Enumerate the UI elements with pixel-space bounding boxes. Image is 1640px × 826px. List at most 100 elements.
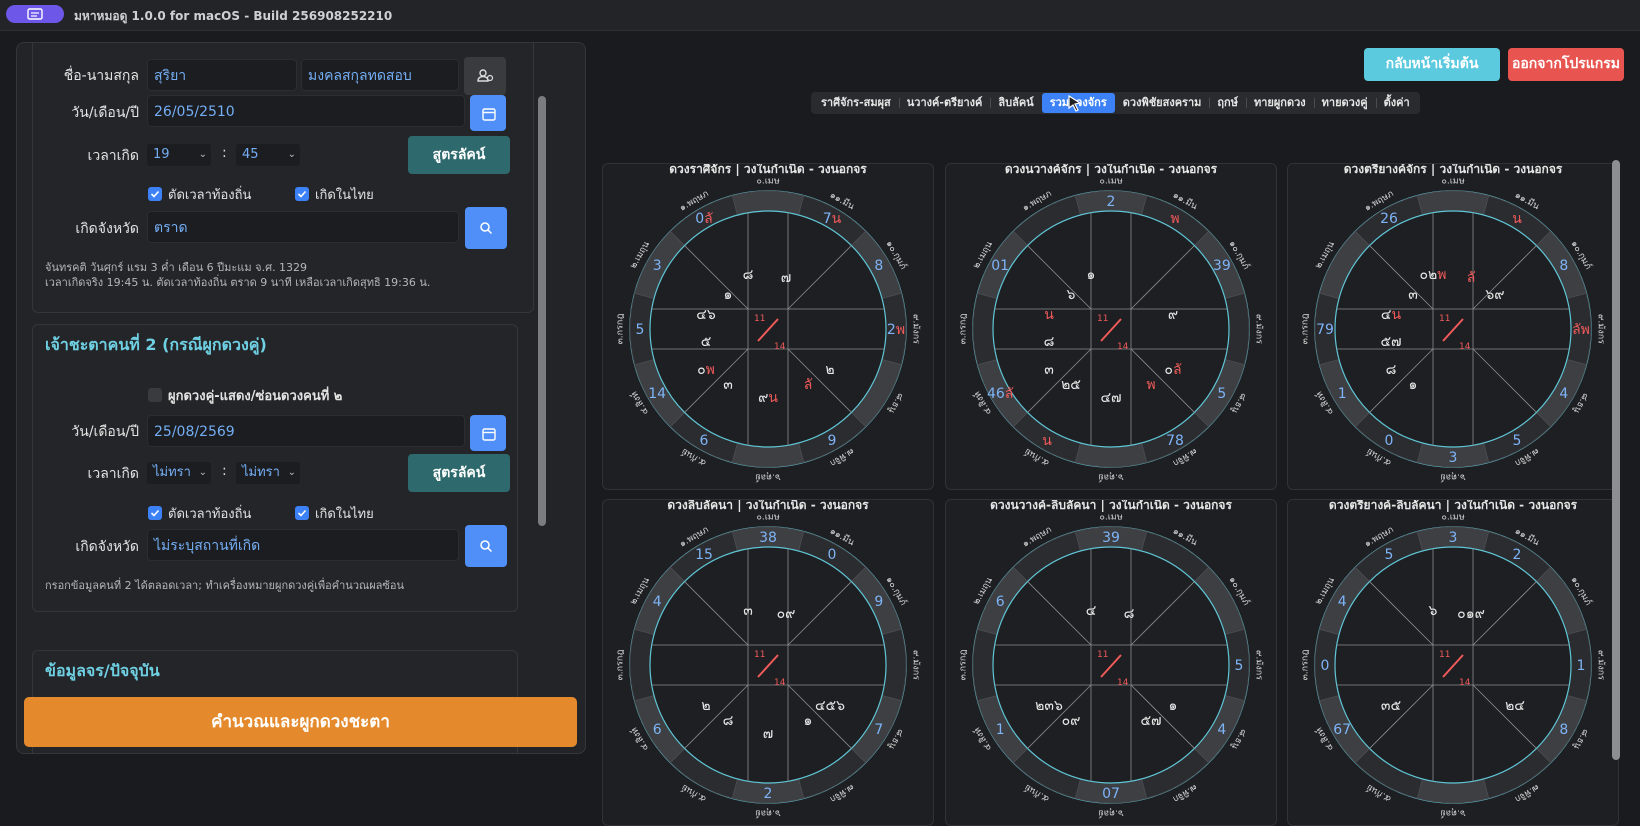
chart-tabs: ราศีจักร-สมผุส นวางค์-ตรียางค์ ลิบลัคน์ …	[811, 92, 1420, 114]
sign-label: ๙.มังกร	[1254, 650, 1264, 680]
outer-planet: 1	[1338, 386, 1347, 402]
person2-province-search-button[interactable]	[465, 525, 507, 567]
outer-planet: 1	[996, 722, 1005, 738]
center-top-label: 11	[754, 650, 765, 660]
inner-planet: ๖	[1429, 603, 1438, 619]
inner-planet: ๑	[724, 287, 733, 303]
tab-lib-lagna[interactable]: ลิบลัคน์	[990, 93, 1041, 113]
left-scrollbar[interactable]	[538, 96, 546, 526]
sign-label: ๓.กรกฎ	[616, 314, 626, 345]
outer-planet: 9	[828, 433, 837, 449]
birth-date-input[interactable]: 26/05/2510	[147, 95, 465, 127]
center-bottom-label: 14	[1117, 678, 1129, 688]
person2-date-input[interactable]: 25/08/2569	[147, 415, 465, 447]
inner-planet: ๘	[1044, 334, 1055, 350]
inner-planet: ลั	[804, 377, 813, 393]
province-input[interactable]: ตราด	[147, 211, 459, 243]
inner-planet: ๔	[1086, 603, 1097, 619]
tab-auspicious[interactable]: ฤกษ์	[1209, 93, 1246, 113]
date-label: วัน/เดือน/ปี	[71, 105, 139, 121]
person2-lagna-formula-button[interactable]: สูตรลัคน์	[408, 454, 510, 492]
inner-planet: ๐ลั	[1164, 362, 1181, 378]
chevron-down-icon: ⌄	[287, 149, 296, 160]
tab-couple-predict[interactable]: ทายผูกดวง	[1245, 93, 1314, 113]
person2-section-title: เจ้าชะตาคนที่ 2 (กรณีผูกดวงคู่)	[45, 335, 267, 354]
pair-chart-checkbox[interactable]: ผูกดวงคู่-แสดง/ซ่อนดวงคนที่ ๒	[148, 385, 342, 404]
inner-planet: ๒๔	[1505, 698, 1525, 714]
inner-planet: ๐๙	[777, 606, 796, 622]
person2-calendar-button[interactable]	[470, 415, 506, 451]
born-thai-checkbox[interactable]: เกิดในไทย	[295, 184, 374, 203]
person2-born-thai-checkbox[interactable]: เกิดในไทย	[295, 503, 374, 522]
center-bottom-label: 14	[1459, 678, 1471, 688]
person2-hour-select[interactable]: ไม่ทรา ⌄	[147, 462, 211, 484]
minute-select[interactable]: 45 ⌄	[236, 144, 300, 166]
inner-planet: ๐๒พ	[1419, 267, 1446, 283]
inner-planet: ๗	[781, 270, 792, 286]
sign-label: ๙.มังกร	[1596, 650, 1606, 680]
sign-label: ๐.เมษ	[1441, 513, 1464, 523]
sign-label: ๖.ตุลย์	[1098, 472, 1123, 484]
outer-planet: 5	[1513, 433, 1522, 449]
outer-planet: 2พ	[887, 322, 905, 338]
outer-planet: พ	[1170, 211, 1179, 227]
inner-planet: ๙น	[758, 390, 778, 406]
outer-planet: 4	[1217, 722, 1226, 738]
inner-planet: ๓	[1408, 287, 1418, 303]
outer-planet: 8	[1559, 258, 1568, 274]
outer-planet: 1	[1577, 658, 1586, 674]
tab-settings[interactable]: ตั้งค่า	[1375, 93, 1418, 113]
sign-label: ๐.เมษ	[756, 513, 779, 523]
person2-minute-select[interactable]: ไม่ทรา ⌄	[236, 462, 300, 484]
last-name-input[interactable]: มงคลสกุลทดสอบ	[301, 59, 459, 91]
tab-pair-predict[interactable]: ทายดวงคู่	[1313, 93, 1376, 113]
local-time-checkbox[interactable]: ตัดเวลาท้องถิ่น	[148, 184, 251, 203]
center-bottom-label: 14	[1117, 342, 1129, 352]
person2-province-input[interactable]: ไม่ระบุสถานที่เกิด	[147, 529, 459, 561]
sign-label: ๓.กรกฎ	[1301, 314, 1311, 345]
outer-planet: 4	[1338, 594, 1347, 610]
input-panel: ชื่อ-นามสกุล สุริยา มงคลสกุลทดสอบ วัน/เด…	[16, 42, 586, 754]
sign-label: ๖.ตุลย์	[1440, 472, 1465, 484]
person2-province-label: เกิดจังหวัด	[75, 539, 139, 555]
app-icon[interactable]	[6, 5, 64, 23]
time-separator: :	[222, 463, 227, 479]
inner-planet: ๑	[1409, 377, 1418, 393]
inner-planet: ๑	[804, 713, 813, 729]
search-icon	[480, 540, 493, 553]
outer-planet: 0ลั	[695, 211, 713, 227]
tab-zodiac[interactable]: ราศีจักร-สมผุส	[813, 93, 899, 113]
center-top-label: 11	[1439, 650, 1450, 660]
exit-button[interactable]: ออกจากโปรแกรม	[1508, 48, 1624, 81]
calculate-button[interactable]: คำนวณและผูกดวงชะตา	[24, 697, 577, 747]
inner-planet: ๓๕	[1381, 698, 1401, 714]
profile-button[interactable]	[464, 57, 506, 95]
tab-navamsa[interactable]: นวางค์-ตรียางค์	[898, 93, 991, 113]
sign-label: ๖.ตุลย์	[1098, 808, 1123, 820]
inner-planet: ๖๙	[1485, 287, 1504, 303]
inner-planet: ๘	[723, 713, 734, 729]
title-bar: มหาหมอดู 1.0.0 for macOS - Build 2569082…	[0, 0, 1640, 31]
outer-planet: 79	[1316, 322, 1334, 338]
inner-planet: ๒	[701, 698, 710, 714]
center-top-label: 11	[754, 314, 765, 324]
outer-planet: 4	[1559, 386, 1568, 402]
chart-1: ดวงราศีจักร | วงในกำเนิด - วงนอกจร 11 14 ๑.…	[602, 163, 934, 490]
outer-planet: 6	[996, 594, 1005, 610]
inner-planet: ๐๑๙	[1457, 606, 1485, 622]
outer-planet: 9	[874, 594, 883, 610]
person2-local-time-checkbox[interactable]: ตัดเวลาท้องถิ่น	[148, 503, 251, 522]
chart-wheel: 1114๑.พฤษภ๐.เมษ๑๑.มีน๑๐.กุมภ์๙.มังกร๘.ธน…	[959, 513, 1264, 820]
home-button[interactable]: กลับหน้าเริ่มต้น	[1364, 48, 1500, 81]
calendar-button[interactable]	[470, 95, 506, 131]
hour-select[interactable]: 19 ⌄	[147, 144, 211, 166]
sign-label: ๓.กรกฎ	[616, 650, 626, 681]
lagna-formula-button[interactable]: สูตรลัคน์	[408, 136, 510, 174]
name-label: ชื่อ-นามสกุล	[63, 68, 139, 84]
first-name-input[interactable]: สุริยา	[147, 59, 297, 91]
charts-scrollbar[interactable]	[1612, 160, 1620, 760]
time-separator: :	[222, 145, 227, 161]
outer-planet: 67	[1333, 722, 1351, 738]
province-search-button[interactable]	[465, 207, 507, 249]
tab-pichai[interactable]: ดวงพิชัยสงคราม	[1115, 93, 1210, 113]
